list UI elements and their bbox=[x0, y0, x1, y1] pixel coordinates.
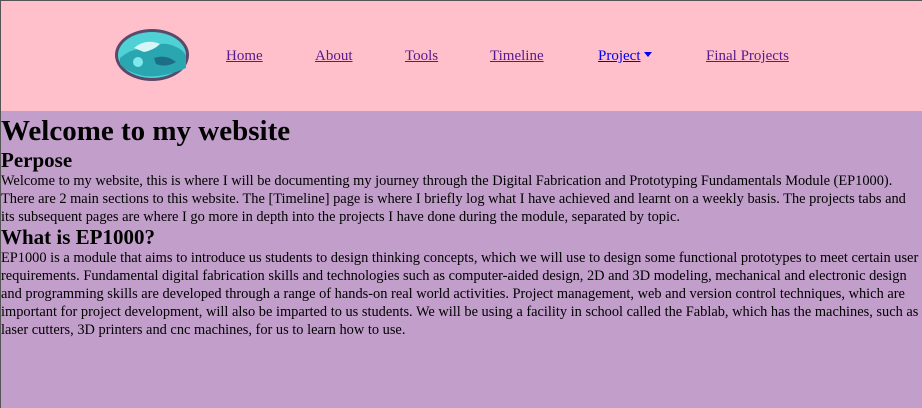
nav-project-label: Project bbox=[598, 48, 641, 64]
caret-down-icon bbox=[643, 52, 652, 57]
section-heading-purpose: Perpose bbox=[1, 148, 73, 172]
logo-image[interactable] bbox=[114, 28, 190, 82]
page-title: Welcome to my website bbox=[1, 115, 291, 147]
nav-about-link[interactable]: About bbox=[315, 48, 353, 65]
navbar: Home About Tools Timeline Project Final … bbox=[1, 1, 922, 111]
nav-project-dropdown[interactable]: Project bbox=[598, 48, 652, 65]
nav-timeline-link[interactable]: Timeline bbox=[490, 48, 544, 65]
nav-final-projects-link[interactable]: Final Projects bbox=[706, 48, 789, 65]
nav-tools-link[interactable]: Tools bbox=[405, 48, 438, 65]
main-content: Welcome to my website Perpose Welcome to… bbox=[1, 113, 922, 339]
section-body-purpose: Welcome to my website, this is where I w… bbox=[1, 173, 906, 225]
section-body-ep1000: EP1000 is a module that aims to introduc… bbox=[1, 250, 919, 338]
section-heading-ep1000: What is EP1000? bbox=[1, 225, 156, 249]
nav-home-link[interactable]: Home bbox=[226, 48, 263, 65]
